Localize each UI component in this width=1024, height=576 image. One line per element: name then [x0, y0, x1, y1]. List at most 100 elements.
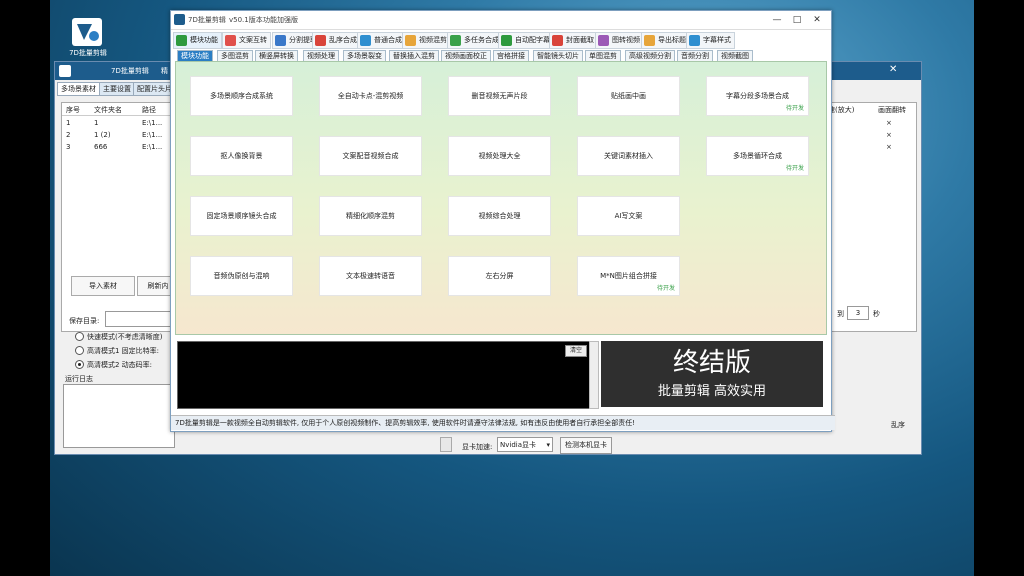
window-title: 7D批量剪辑	[188, 16, 226, 24]
minimize-icon[interactable]: —	[771, 14, 783, 26]
back-tab-1[interactable]: 主要设置	[99, 82, 135, 96]
app-logo-icon	[59, 65, 71, 77]
material-table-right[interactable]: 速(放大) 画面翻转 × × ×	[825, 102, 917, 332]
toolbar-shuffle-merge[interactable]: 乱序合成	[312, 32, 361, 49]
toolbar-label: 文案互转	[239, 36, 267, 44]
module-card[interactable]: M*N图片组合拼接待开发	[577, 256, 680, 296]
card-label: 精细化顺序混剪	[346, 212, 395, 220]
close-icon[interactable]: ✕	[889, 64, 897, 75]
card-label: 删音视频无声片段	[471, 92, 528, 100]
desktop-shortcut-7d[interactable]: 7D批量剪辑	[58, 18, 118, 60]
flip-mark: ×	[886, 119, 892, 127]
window-edition: 功能加强版	[263, 16, 298, 24]
output-log-box[interactable]: 清空	[177, 341, 591, 409]
card-label: 关键词素材插入	[604, 152, 653, 160]
back-tab-0[interactable]: 多场景素材	[57, 82, 100, 96]
toolbar-cover-capture[interactable]: 封面截取	[549, 32, 598, 49]
letterbox-left	[0, 0, 50, 576]
module-card[interactable]: 音频伪原创与混响	[190, 256, 293, 296]
table-row-path: E:\1...	[142, 131, 163, 139]
save-dir-label: 保存目录:	[69, 317, 100, 325]
module-card[interactable]: 文案配音视频合成	[319, 136, 422, 176]
module-card[interactable]: 删音视频无声片段	[448, 76, 551, 116]
table-row-name: 1	[94, 119, 99, 127]
promo-banner: 终结版 批量剪辑 高效实用	[601, 341, 823, 407]
detect-gpu-button[interactable]: 检测本机显卡	[560, 437, 612, 454]
window-version: v50.1版本	[229, 16, 263, 24]
remix-icon	[405, 35, 416, 46]
module-card[interactable]: 抠人像换背景	[190, 136, 293, 176]
app-logo-icon	[174, 14, 185, 25]
shuffle-tag: 乱序	[891, 421, 905, 429]
dev-badge: 待开发	[656, 285, 675, 292]
card-label: 多场景顺序合成系统	[210, 92, 273, 100]
card-label: 左右分屏	[485, 272, 514, 280]
toolbar-label: 视频混剪	[419, 36, 447, 44]
radio-fast-mode[interactable]	[75, 332, 84, 341]
radio-hd-mode-2[interactable]	[75, 360, 84, 369]
module-card[interactable]: AI写文案	[577, 196, 680, 236]
multi-task-icon	[450, 35, 461, 46]
module-card[interactable]: 视频综合处理	[448, 196, 551, 236]
toolbar-multi-task[interactable]: 多任务合成	[447, 32, 503, 49]
col-header-index: 序号	[66, 106, 80, 114]
module-card[interactable]: 关键词素材插入	[577, 136, 680, 176]
module-card[interactable]: 贴纸画中画	[577, 76, 680, 116]
to-label: 到	[837, 310, 844, 318]
radio-fast-mode-label: 快速模式(不考虑清晰度)	[87, 333, 163, 341]
module-card[interactable]: 精细化顺序混剪	[319, 196, 422, 236]
toolbar-normal-merge[interactable]: 普通合成	[357, 32, 406, 49]
image-video-icon	[598, 35, 609, 46]
card-label: 字幕分段多场景合成	[726, 92, 789, 100]
table-row-path: E:\1...	[142, 119, 163, 127]
card-label: 文案配音视频合成	[342, 152, 399, 160]
run-log-area[interactable]	[63, 384, 175, 448]
gpu-select-value: Nvidia显卡	[500, 441, 537, 449]
toolbar-text-convert[interactable]: 文案互转	[222, 32, 271, 49]
log-scrollbar[interactable]	[589, 341, 599, 409]
maximize-icon[interactable]: □	[791, 14, 803, 26]
module-card[interactable]: 多场景顺序合成系统	[190, 76, 293, 116]
radio-hd-mode-2-label: 高清模式2 动态码率:	[87, 361, 153, 369]
subtitle-icon	[501, 35, 512, 46]
scroll-down-icon[interactable]	[440, 437, 452, 452]
card-label: 视频处理大全	[478, 152, 521, 160]
toolbar-subtitle-style[interactable]: 字幕样式	[686, 32, 735, 49]
table-row-name: 666	[94, 143, 108, 151]
card-label: 抠人像换背景	[220, 152, 263, 160]
module-card[interactable]: 视频处理大全	[448, 136, 551, 176]
gpu-select[interactable]: Nvidia显卡 ▾	[497, 437, 553, 452]
card-label: M*N图片组合拼接	[600, 272, 657, 280]
main-app-window: 7D批量剪辑 v50.1版本 功能加强版 — □ ✕ 模块功能 文案互转 分割提…	[170, 10, 835, 432]
seconds-unit: 秒	[873, 310, 880, 318]
close-icon[interactable]: ✕	[811, 14, 823, 26]
app-logo-icon	[72, 18, 102, 46]
seconds-input[interactable]: 3	[847, 306, 869, 320]
toolbar-label: 模块功能	[190, 36, 218, 44]
toolbar-module-functions[interactable]: 模块功能	[173, 32, 222, 49]
toolbar-export-title[interactable]: 导出标题	[641, 32, 690, 49]
card-label: 视频综合处理	[478, 212, 521, 220]
module-card[interactable]: 文本极速转语音	[319, 256, 422, 296]
module-card[interactable]: 字幕分段多场景合成 待开发	[706, 76, 809, 116]
promo-title: 终结版	[672, 348, 751, 378]
toolbar-label: 字幕样式	[703, 36, 731, 44]
toolbar-video-remix[interactable]: 视频混剪	[402, 32, 451, 49]
toolbar-image-to-video[interactable]: 图转视频	[595, 32, 644, 49]
import-material-button[interactable]: 导入素材	[71, 276, 135, 296]
toolbar-auto-subtitle[interactable]: 自动配字幕	[498, 32, 554, 49]
table-row-index: 3	[66, 143, 71, 151]
status-bar: 7D批量剪辑是一款视频全自动剪辑软件, 仅用于个人原创视频制作、提高剪辑效率, …	[171, 415, 835, 430]
clear-log-button[interactable]: 清空	[565, 345, 587, 357]
toolbar-label: 多任务合成	[464, 36, 499, 44]
module-card[interactable]: 左右分屏	[448, 256, 551, 296]
module-card[interactable]: 多场景循环合成 待开发	[706, 136, 809, 176]
radio-hd-mode-1[interactable]	[75, 346, 84, 355]
module-card[interactable]: 全自动卡点-混剪视频	[319, 76, 422, 116]
module-card[interactable]: 固定场景顺序镜头合成	[190, 196, 293, 236]
toolbar-label: 图转视频	[612, 36, 640, 44]
save-dir-input[interactable]	[105, 311, 173, 327]
gpu-label: 显卡加速:	[462, 443, 493, 451]
text-convert-icon	[225, 35, 236, 46]
toolbar-label: 普通合成	[374, 36, 402, 44]
